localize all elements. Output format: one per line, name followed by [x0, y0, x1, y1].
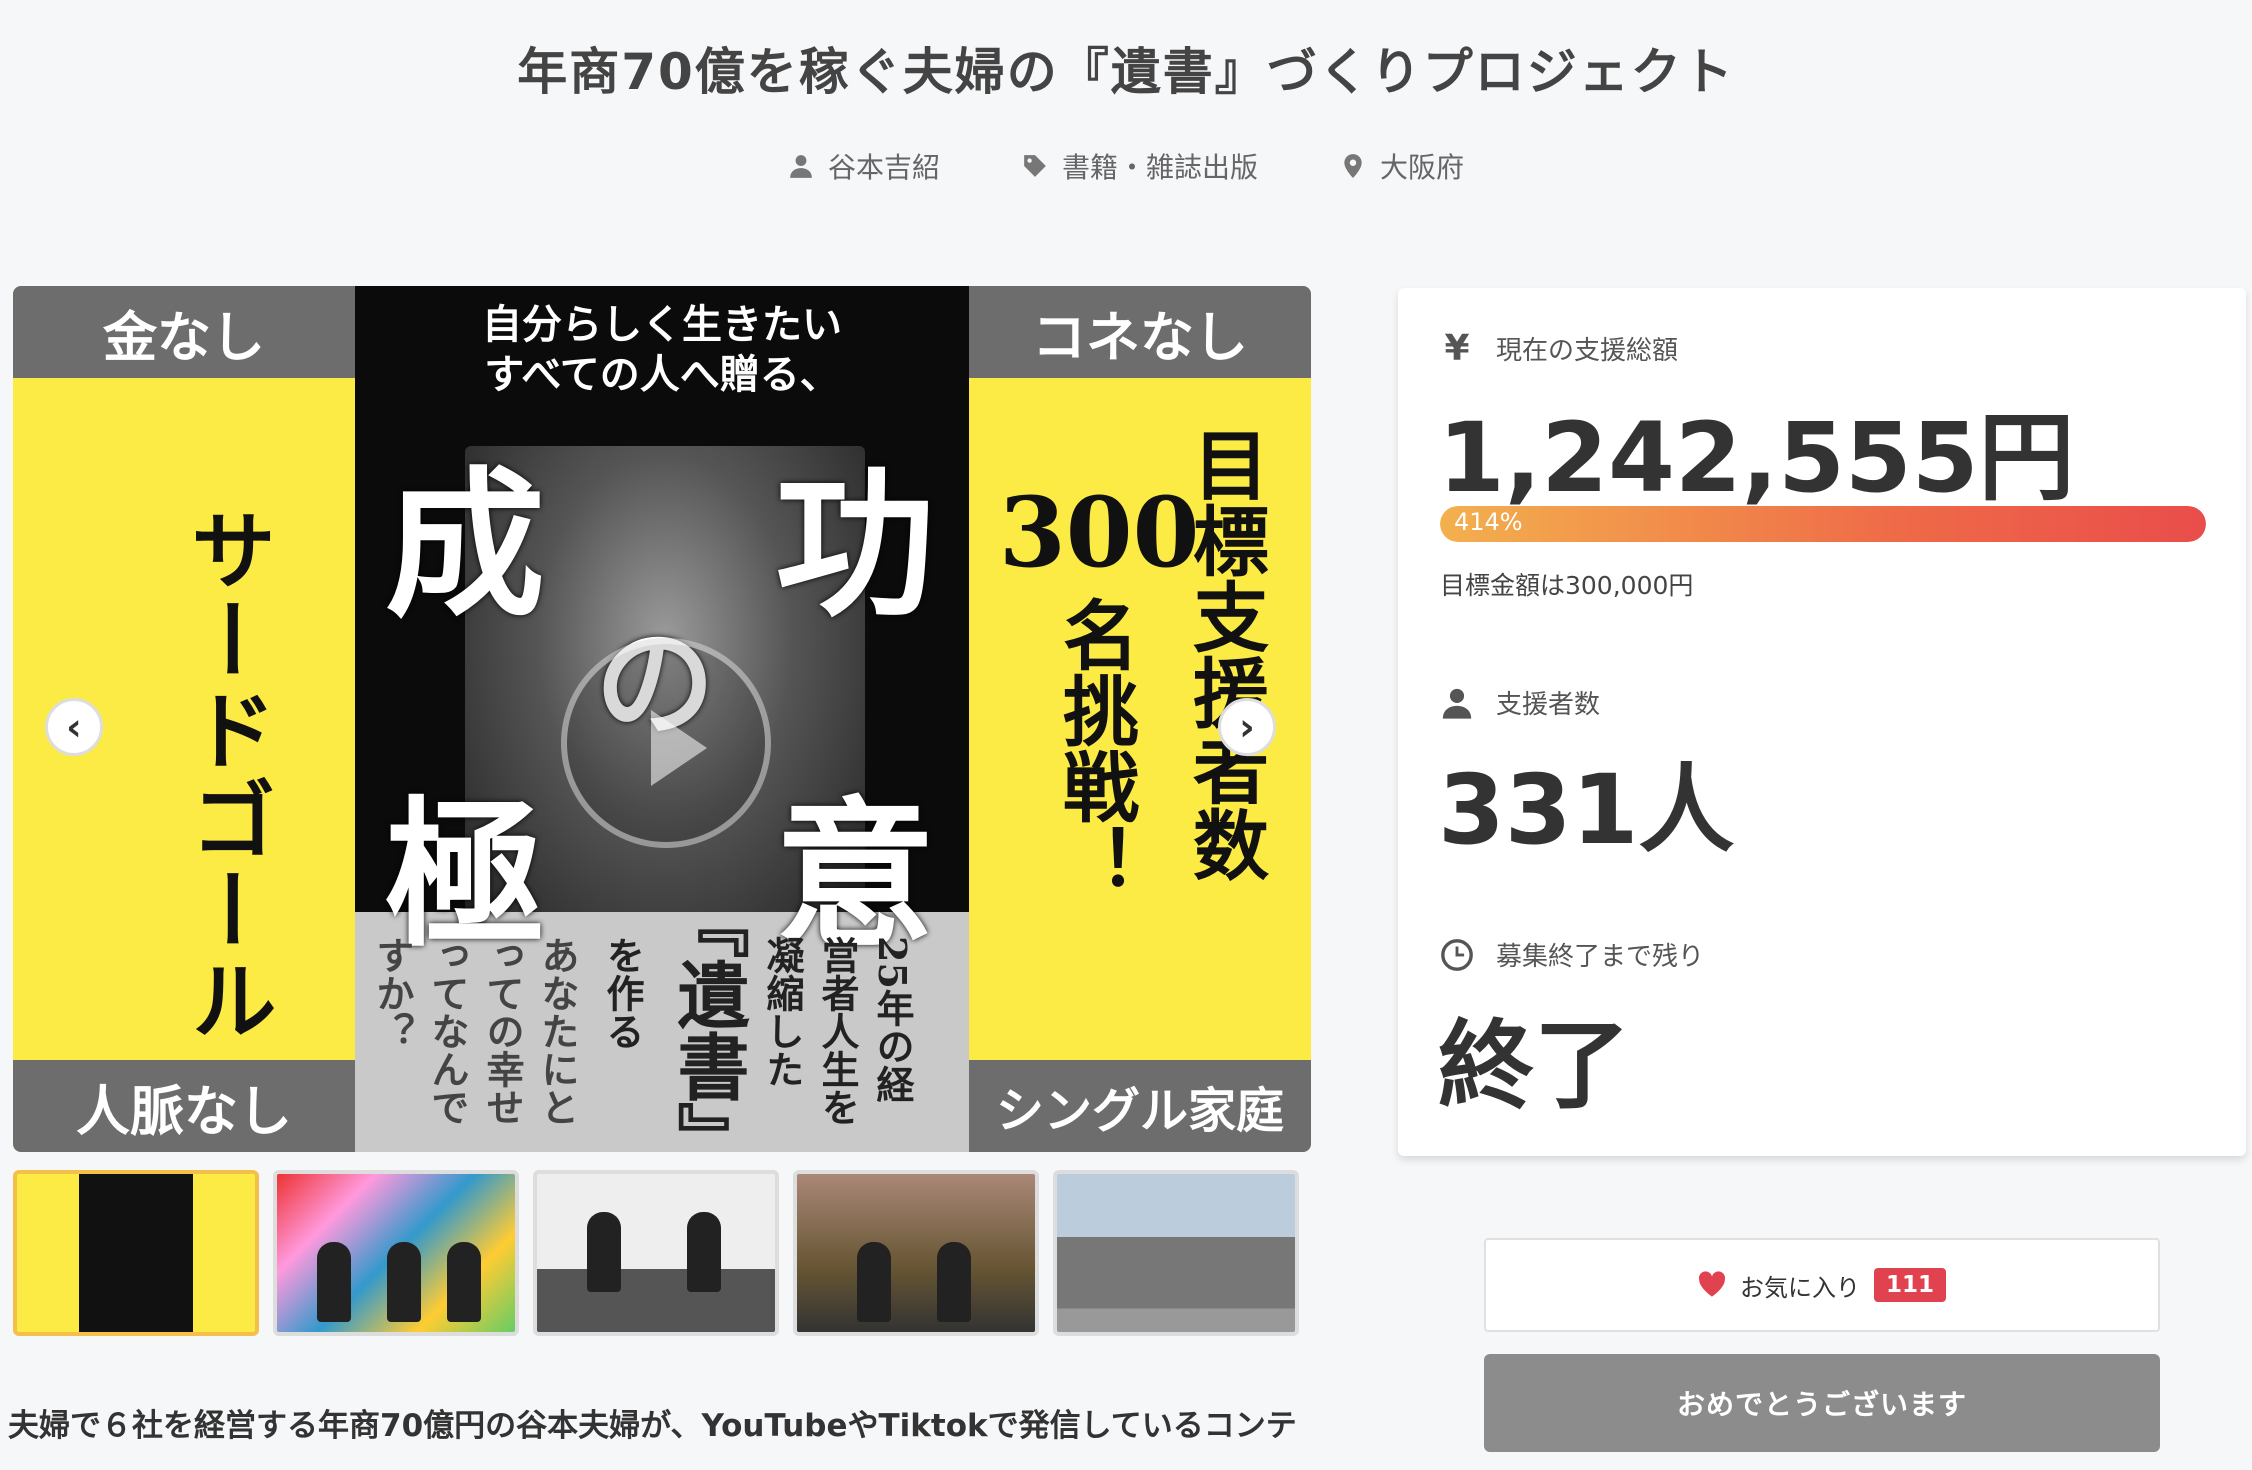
top-left-label: 金なし: [13, 286, 355, 378]
person-figure: [857, 1242, 891, 1322]
chevron-right-icon[interactable]: ›: [1218, 698, 1276, 756]
map-pin-icon: [1344, 154, 1362, 178]
big-char-1: 成: [385, 451, 546, 639]
video-play-button[interactable]: [561, 638, 771, 848]
tagline-line2: すべての人へ贈る、: [484, 351, 840, 398]
thumbnail-3[interactable]: [533, 1170, 779, 1336]
funding-amount: 1,242,555円: [1438, 402, 2075, 514]
goal-amount: 目標金額は300,000円: [1440, 571, 1694, 600]
category-name: 書籍・雑誌出版: [1061, 151, 1258, 184]
funding-label: 現在の支援総額: [1496, 336, 1679, 366]
funding-label-row: ¥ 現在の支援総額: [1440, 328, 1678, 369]
person-figure: [447, 1242, 481, 1322]
favorite-count-badge: 111: [1873, 1268, 1946, 1302]
location-meta[interactable]: 大阪府: [1340, 146, 1464, 186]
yen-icon: ¥: [1444, 328, 1470, 369]
target-challenge-text: 名挑戦！: [1050, 596, 1139, 900]
backers-label: 支援者数: [1496, 690, 1601, 720]
owner-meta[interactable]: 谷本吉紹: [788, 146, 940, 186]
heart-icon: [1698, 1271, 1726, 1297]
big-char-2: 功: [775, 451, 936, 639]
person-figure: [387, 1242, 421, 1322]
main-visual-tagline: 自分らしく生きたい すべての人へ贈る、: [355, 300, 969, 400]
person-figure: [587, 1212, 621, 1292]
person-figure: [317, 1242, 351, 1322]
tag-icon: [1024, 155, 1046, 177]
book-subtitle-b: を作る: [600, 936, 645, 1050]
user-icon: [1442, 688, 1472, 719]
thumbnail-5[interactable]: [1053, 1170, 1299, 1336]
location-name: 大阪府: [1380, 151, 1465, 184]
backers-count: 331人: [1438, 754, 1735, 866]
bottom-right-label: シングル家庭: [969, 1060, 1311, 1152]
thumbnail-1[interactable]: [13, 1170, 259, 1336]
project-title: 年商70億を稼ぐ夫婦の『遺書』づくりプロジェクト: [517, 43, 1735, 101]
progress-fill: [1440, 506, 2206, 542]
tagline-line1: 自分らしく生きたい: [482, 301, 842, 348]
thumbnail-4[interactable]: [793, 1170, 1039, 1336]
target-label-vertical: 目標支援者数: [1180, 426, 1269, 882]
owner-name: 谷本吉紹: [827, 151, 940, 184]
congratulations-button[interactable]: おめでとうございます: [1484, 1354, 2160, 1452]
funding-progress-bar: 414%: [1440, 506, 2206, 542]
main-visual[interactable]: 金なし サードゴール 人脈なし 自分らしく生きたい すべての人へ贈る、 成 功 …: [13, 286, 1311, 1152]
person-figure: [937, 1242, 971, 1322]
thumbnail-2[interactable]: [273, 1170, 519, 1336]
favorite-label: お気に入り: [1739, 1273, 1860, 1302]
left-vertical-text: サードゴール: [175, 506, 276, 1046]
chevron-left-icon[interactable]: ‹: [45, 698, 103, 756]
user-icon: [790, 155, 812, 178]
backers-label-row: 支援者数: [1440, 684, 1600, 721]
remaining-value: 終了: [1438, 1010, 1630, 1122]
book-subtitle-c: あなたにとっての幸せってなんですか？: [370, 936, 580, 1126]
book-title-text: 『遺書』: [665, 886, 750, 1152]
thumbnail-strip: [13, 1170, 1299, 1336]
project-page: 年商70億を稼ぐ夫婦の『遺書』づくりプロジェクト 谷本吉紹 書籍・雑誌出版 大阪…: [0, 0, 2252, 1470]
clock-icon: [1441, 938, 1473, 971]
category-meta[interactable]: 書籍・雑誌出版: [1022, 146, 1258, 186]
remaining-label: 募集終了まで残り: [1496, 942, 1705, 972]
funding-stats-panel: ¥ 現在の支援総額 1,242,555円 414% 目標金額は300,000円 …: [1398, 288, 2246, 1156]
remaining-label-row: 募集終了まで残り: [1440, 936, 1704, 973]
top-right-label: コネなし: [969, 286, 1311, 378]
project-meta: 谷本吉紹 書籍・雑誌出版 大阪府: [0, 146, 2252, 186]
person-figure: [687, 1212, 721, 1292]
bottom-left-label: 人脈なし: [13, 1060, 355, 1152]
favorite-button[interactable]: お気に入り 111: [1484, 1238, 2160, 1332]
progress-text: 414%: [1454, 508, 1523, 536]
project-description: 夫婦で６社を経営する年商70億円の谷本夫婦が、YouTubeやTiktokで発信…: [8, 1408, 1297, 1444]
book-subtitle-a: 25年の経営者人生を凝縮した: [760, 936, 915, 1126]
